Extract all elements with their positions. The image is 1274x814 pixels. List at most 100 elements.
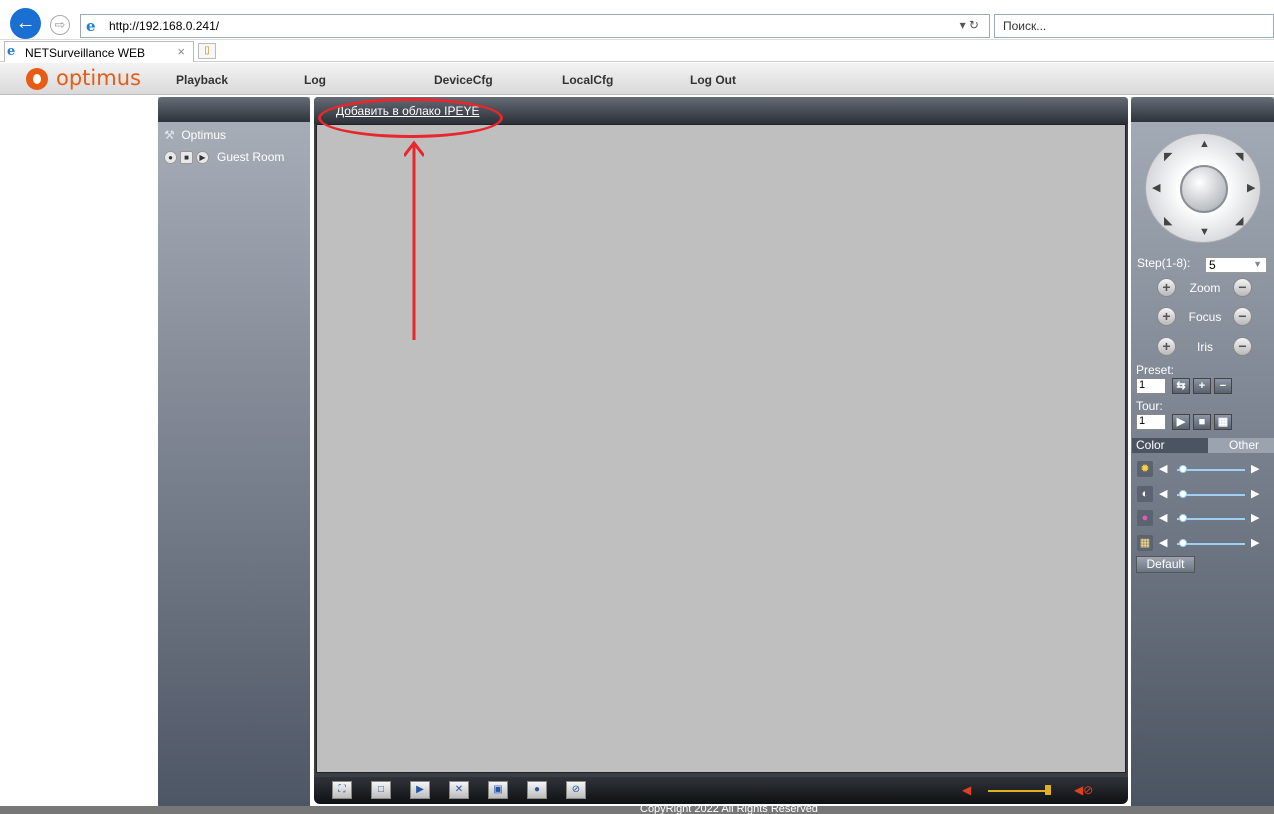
brightness-increase-icon[interactable]: ▶ [1251,462,1259,475]
nav-log[interactable]: Log [304,73,326,87]
contrast-decrease-icon[interactable]: ◀ [1159,487,1167,500]
brightness-slider[interactable] [1177,469,1245,471]
video-panel: Добавить в облако IPEYE [314,97,1128,777]
preset-remove-icon[interactable]: − [1214,378,1232,394]
default-button[interactable]: Default [1136,556,1195,573]
footer-bar [0,806,1274,814]
image-tabs: Color Other [1132,438,1274,453]
focus-near-icon[interactable]: + [1157,307,1176,326]
url-field[interactable]: e http://192.168.0.241/ ▾ ↻ [80,14,990,38]
hue-icon: ▦ [1137,535,1153,551]
step-value: 5 [1209,258,1216,272]
refresh-icon[interactable]: ▾ ↻ [960,18,979,32]
url-text: http://192.168.0.241/ [109,19,220,33]
back-icon[interactable]: ← [10,8,41,39]
ptz-down-left-icon[interactable]: ◣ [1164,214,1172,227]
search-input[interactable]: Поиск... [994,14,1274,38]
ptz-left-icon[interactable]: ◀ [1152,181,1160,194]
record-stop-icon[interactable]: ⊘ [566,781,586,799]
step-select[interactable]: 5 ▼ [1205,257,1267,273]
open-all-icon[interactable]: ▶ [410,781,430,799]
contrast-row: ◐ ◀ ▶ [1137,486,1267,504]
preset-label: Preset: [1136,363,1175,377]
snapshot-icon[interactable]: ▣ [488,781,508,799]
ptz-header [1131,97,1274,122]
tab-title: NETSurveillance WEB [25,46,146,60]
mute-icon[interactable]: ◀⊘ [1074,783,1093,797]
volume-icon[interactable]: ◀ [962,783,971,797]
volume-slider-track[interactable] [988,790,1048,792]
tour-input[interactable]: 1 [1136,414,1166,430]
tab-netsurveillance[interactable]: e NETSurveillance WEB × [4,41,194,62]
ie-tab-icon: e [7,44,16,59]
nav-logout[interactable]: Log Out [690,73,736,87]
tab-other[interactable]: Other [1208,438,1274,453]
preset-goto-icon[interactable]: ⇆ [1172,378,1190,394]
channel-node[interactable]: ● ■ ▶ Guest Room [164,150,284,164]
device-node[interactable]: ⚒ Optimus [164,128,226,142]
zoom-out-icon[interactable]: − [1233,278,1252,297]
focus-far-icon[interactable]: − [1233,307,1252,326]
chevron-down-icon: ▼ [1253,259,1262,269]
saturation-increase-icon[interactable]: ▶ [1251,511,1259,524]
play-icon[interactable]: ▶ [196,150,209,164]
zoom-in-icon[interactable]: + [1157,278,1176,297]
ptz-up-icon[interactable]: ▲ [1199,138,1210,150]
ptz-right-icon[interactable]: ▶ [1247,181,1255,194]
nav-localcfg[interactable]: LocalCfg [562,73,613,87]
saturation-handle[interactable] [1179,514,1187,522]
record-start-icon[interactable]: ● [527,781,547,799]
tour-stop-icon[interactable]: ■ [1193,414,1211,430]
device-tree-header [158,97,310,122]
new-tab-icon[interactable]: ▯ [198,43,216,59]
hue-slider[interactable] [1177,543,1245,545]
optimus-logo-icon [26,68,48,90]
brightness-handle[interactable] [1179,465,1187,473]
volume-slider-handle[interactable] [1045,785,1051,795]
brightness-icon: ✹ [1137,461,1153,477]
hue-handle[interactable] [1179,539,1187,547]
hue-increase-icon[interactable]: ▶ [1251,536,1259,549]
hue-decrease-icon[interactable]: ◀ [1159,536,1167,549]
contrast-slider[interactable] [1177,494,1245,496]
tab-color[interactable]: Color [1132,438,1208,453]
preset-input[interactable]: 1 [1136,378,1166,394]
nav-playback[interactable]: Playback [176,73,228,87]
stream-icon[interactable]: ■ [180,150,193,164]
forward-icon[interactable]: ⇨ [50,15,70,35]
channel-name: Guest Room [217,150,285,164]
zoom-row: Zoom + − [1157,278,1253,298]
saturation-slider[interactable] [1177,518,1245,520]
single-view-icon[interactable]: □ [371,781,391,799]
brightness-decrease-icon[interactable]: ◀ [1159,462,1167,475]
record-icon[interactable]: ● [164,150,177,164]
ptz-down-icon[interactable]: ▼ [1199,226,1210,238]
device-tree-panel: ⚒ Optimus ● ■ ▶ Guest Room [158,97,310,807]
focus-row: Focus + − [1157,307,1253,327]
ptz-up-left-icon[interactable]: ◤ [1164,150,1172,163]
iris-open-icon[interactable]: + [1157,337,1176,356]
preset-add-icon[interactable]: + [1193,378,1211,394]
app-top-nav: optimus Playback Log DeviceCfg LocalCfg … [0,63,1274,95]
fullscreen-icon[interactable]: ⛶ [332,781,352,799]
close-tab-icon[interactable]: × [177,44,185,59]
logo-text: optimus [56,66,141,90]
ptz-direction-wheel[interactable]: ▲ ▼ ◀ ▶ ◤ ◥ ◣ ◢ [1145,133,1261,243]
browser-address-bar: ← ⇨ e http://192.168.0.241/ ▾ ↻ Поиск... [0,0,1274,40]
device-wrench-icon: ⚒ [164,128,175,142]
tour-grid-icon[interactable]: ▦ [1214,414,1232,430]
contrast-handle[interactable] [1179,490,1187,498]
saturation-decrease-icon[interactable]: ◀ [1159,511,1167,524]
ptz-down-right-icon[interactable]: ◢ [1235,214,1243,227]
contrast-increase-icon[interactable]: ▶ [1251,487,1259,500]
contrast-icon: ◐ [1137,486,1153,502]
tour-play-icon[interactable]: ▶ [1172,414,1190,430]
video-screen[interactable] [316,124,1126,773]
close-all-icon[interactable]: ✕ [449,781,469,799]
iris-close-icon[interactable]: − [1233,337,1252,356]
annotation-arrow-icon [404,140,424,340]
ptz-center-button[interactable] [1180,165,1228,213]
ptz-up-right-icon[interactable]: ◥ [1235,150,1243,163]
ie-icon: e [86,17,96,35]
nav-devicecfg[interactable]: DeviceCfg [434,73,493,87]
